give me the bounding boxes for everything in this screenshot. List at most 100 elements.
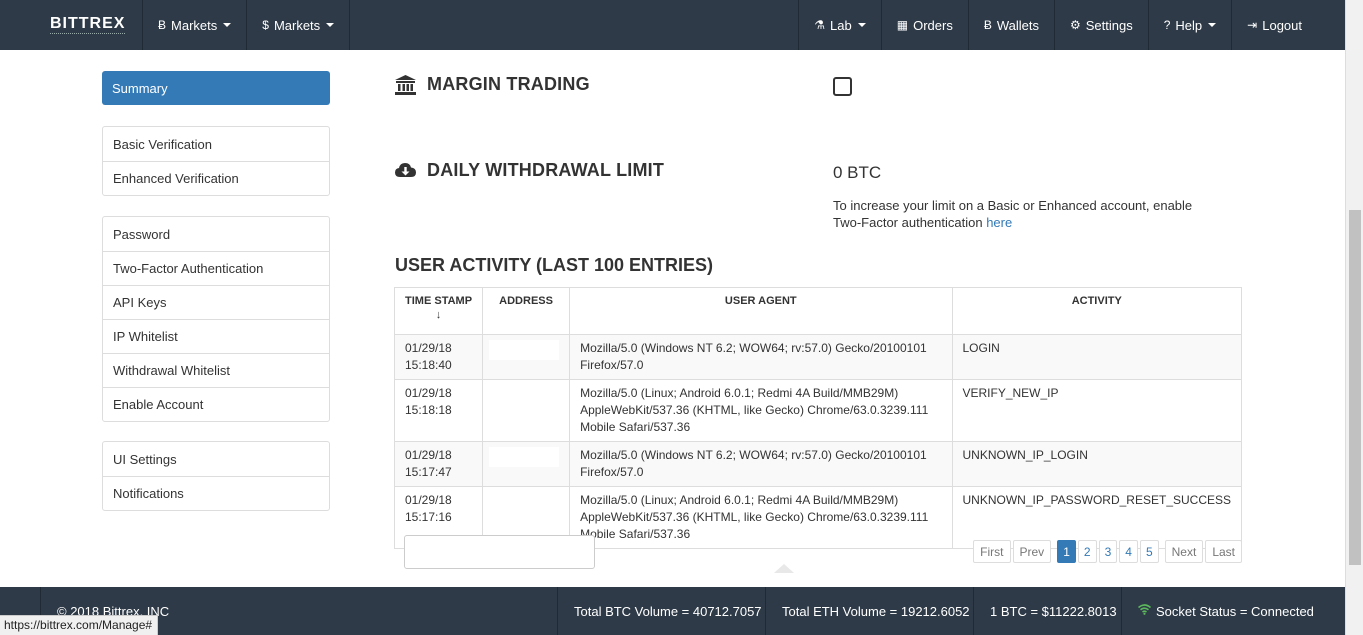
user-activity-title: USER ACTIVITY (LAST 100 ENTRIES): [395, 255, 714, 275]
column-header-label: ACTIVITY: [1071, 295, 1122, 307]
page-4-button[interactable]: 4: [1119, 540, 1138, 563]
nav-label: Orders: [913, 17, 953, 33]
scroll-to-top-caret-icon[interactable]: [774, 564, 794, 573]
wifi-icon-graphic: [1137, 604, 1152, 615]
sidebar-item-ip-whitelist[interactable]: IP Whitelist: [103, 319, 329, 353]
nav-label: Lab: [830, 17, 852, 33]
page-2-button[interactable]: 2: [1077, 540, 1097, 563]
col-timestamp-header[interactable]: TIME STAMP ↓: [393, 287, 484, 335]
sidebar-group-verification: Basic Verification Enhanced Verification: [102, 126, 330, 196]
user-agent-cell: Mozilla/5.0 (Windows NT 6.2; WOW64; rv:5…: [569, 441, 953, 487]
page-next-button[interactable]: Next: [1164, 540, 1204, 563]
address-cell: [482, 441, 571, 487]
withdrawal-limit-note: To increase your limit on a Basic or Enh…: [833, 197, 1223, 231]
sidebar-item-summary[interactable]: Summary: [102, 71, 330, 105]
caret-down-icon: [326, 23, 335, 27]
table-header-row: TIME STAMP ↓ ADDRESS USER AGENT ACTIVITY: [393, 287, 1242, 335]
scrollbar-thumb[interactable]: [1349, 210, 1361, 565]
nav-label: Markets: [171, 17, 218, 33]
brand-logo[interactable]: BITTREX: [50, 15, 126, 34]
nav-usd-markets[interactable]: $ Markets: [246, 0, 349, 50]
logout-icon: ⇥: [1247, 18, 1258, 32]
sidebar-item-ui-settings[interactable]: UI Settings: [103, 442, 329, 476]
browser-status-url: https://bittrex.com/Manage#: [0, 615, 159, 635]
col-activity-header[interactable]: ACTIVITY: [951, 287, 1242, 335]
two-factor-link[interactable]: here: [986, 215, 1012, 230]
top-navbar: BITTREX Ƀ Markets $ Markets ⚗ Lab ▦ Orde…: [0, 0, 1345, 50]
flask-icon: ⚗: [814, 18, 826, 32]
sidebar-item-two-factor[interactable]: Two-Factor Authentication: [103, 251, 329, 285]
nav-label: Settings: [1085, 17, 1133, 33]
activity-cell: VERIFY_NEW_IP: [951, 379, 1242, 442]
timestamp-cell: 01/29/18 15:18:40: [393, 334, 484, 380]
page-3-button[interactable]: 3: [1098, 540, 1118, 563]
nav-btc-markets[interactable]: Ƀ Markets: [142, 0, 246, 50]
sidebar-item-enable-account[interactable]: Enable Account: [103, 387, 329, 421]
footer-eth-volume: Total ETH Volume = 19212.6052: [765, 587, 986, 635]
question-circle-icon: ?: [1163, 18, 1171, 32]
sidebar-item-api-keys[interactable]: API Keys: [103, 285, 329, 319]
nav-label: Help: [1175, 17, 1203, 33]
nav-label: Wallets: [996, 17, 1039, 33]
address-cell: [482, 379, 571, 442]
timestamp-cell: 01/29/18 15:18:18: [393, 379, 484, 442]
sidebar-item-withdrawal-whitelist[interactable]: Withdrawal Whitelist: [103, 353, 329, 387]
bitcoin-icon: Ƀ: [983, 18, 992, 32]
timestamp-cell: 01/29/18 15:17:47: [393, 441, 484, 487]
calendar-icon: ▦: [896, 18, 909, 32]
caret-down-icon: [223, 23, 232, 27]
sidebar-item-password[interactable]: Password: [103, 217, 329, 251]
wifi-icon: [1137, 604, 1152, 618]
withdrawal-limit-value: 0 BTC: [833, 163, 882, 182]
redacted-address: [489, 447, 560, 467]
col-address-header[interactable]: ADDRESS: [482, 287, 571, 335]
redacted-address: [489, 340, 560, 360]
user-agent-cell: Mozilla/5.0 (Windows NT 6.2; WOW64; rv:5…: [569, 334, 953, 380]
page-first-button[interactable]: First: [973, 540, 1011, 563]
sidebar-item-enhanced-verification[interactable]: Enhanced Verification: [103, 161, 329, 195]
caret-down-icon: [857, 23, 866, 27]
footer-btc-volume: Total BTC Volume = 40712.7057: [557, 587, 778, 635]
row-time: 15:18:40: [405, 358, 452, 372]
page-5-button[interactable]: 5: [1139, 540, 1159, 563]
row-time: 15:17:16: [405, 510, 452, 524]
row-date: 01/29/18: [405, 493, 452, 507]
user-agent-cell: Mozilla/5.0 (Linux; Android 6.0.1; Redmi…: [569, 379, 953, 442]
sidebar-item-notifications[interactable]: Notifications: [103, 476, 329, 510]
table-row: 01/29/18 15:18:18 Mozilla/5.0 (Linux; And…: [393, 379, 1242, 442]
page-prev-button[interactable]: Prev: [1012, 540, 1052, 563]
cloud-download-icon: [395, 163, 416, 177]
limit-note-text: To increase your limit on a Basic or Enh…: [833, 198, 1193, 230]
address-cell: [482, 334, 571, 380]
nav-lab[interactable]: ⚗ Lab: [798, 0, 880, 50]
nav-logout[interactable]: ⇥ Logout: [1231, 0, 1345, 50]
gear-icon: ⚙: [1069, 18, 1081, 32]
row-date: 01/29/18: [405, 448, 452, 462]
user-activity-table: TIME STAMP ↓ ADDRESS USER AGENT ACTIVITY…: [393, 287, 1242, 549]
socket-status-text: Socket Status = Connected: [1156, 603, 1314, 619]
nav-orders[interactable]: ▦ Orders: [880, 0, 968, 50]
page-scrollbar[interactable]: [1345, 0, 1363, 635]
footer-btc-price: 1 BTC = $11222.8013: [973, 587, 1133, 635]
table-row: 01/29/18 15:18:40 Mozilla/5.0 (Windows NT…: [393, 334, 1242, 380]
nav-wallets[interactable]: Ƀ Wallets: [967, 0, 1054, 50]
activity-filter-input[interactable]: [404, 535, 595, 569]
nav-right: ⚗ Lab ▦ Orders Ƀ Wallets ⚙ Settings ? He…: [798, 0, 1345, 50]
row-date: 01/29/18: [405, 386, 452, 400]
sidebar-item-basic-verification[interactable]: Basic Verification: [103, 127, 329, 161]
page-last-button[interactable]: Last: [1205, 540, 1242, 563]
user-agent-cell: Mozilla/5.0 (Linux; Android 6.0.1; Redmi…: [569, 486, 953, 549]
margin-trading-checkbox[interactable]: [833, 77, 852, 96]
nav-settings[interactable]: ⚙ Settings: [1053, 0, 1148, 50]
row-date: 01/29/18: [405, 341, 452, 355]
nav-help[interactable]: ? Help: [1147, 0, 1231, 50]
caret-down-icon: [1208, 23, 1217, 27]
nav-label: Markets: [273, 17, 321, 33]
row-time: 15:17:47: [405, 465, 452, 479]
nav-left: Ƀ Markets $ Markets: [142, 0, 351, 50]
col-user-agent-header[interactable]: USER AGENT: [569, 287, 953, 335]
sidebar-group-security: Password Two-Factor Authentication API K…: [102, 216, 330, 422]
withdrawal-limit-title: DAILY WITHDRAWAL LIMIT: [427, 160, 665, 180]
nav-label: Logout: [1262, 17, 1302, 33]
page-1-button[interactable]: 1: [1057, 540, 1076, 563]
